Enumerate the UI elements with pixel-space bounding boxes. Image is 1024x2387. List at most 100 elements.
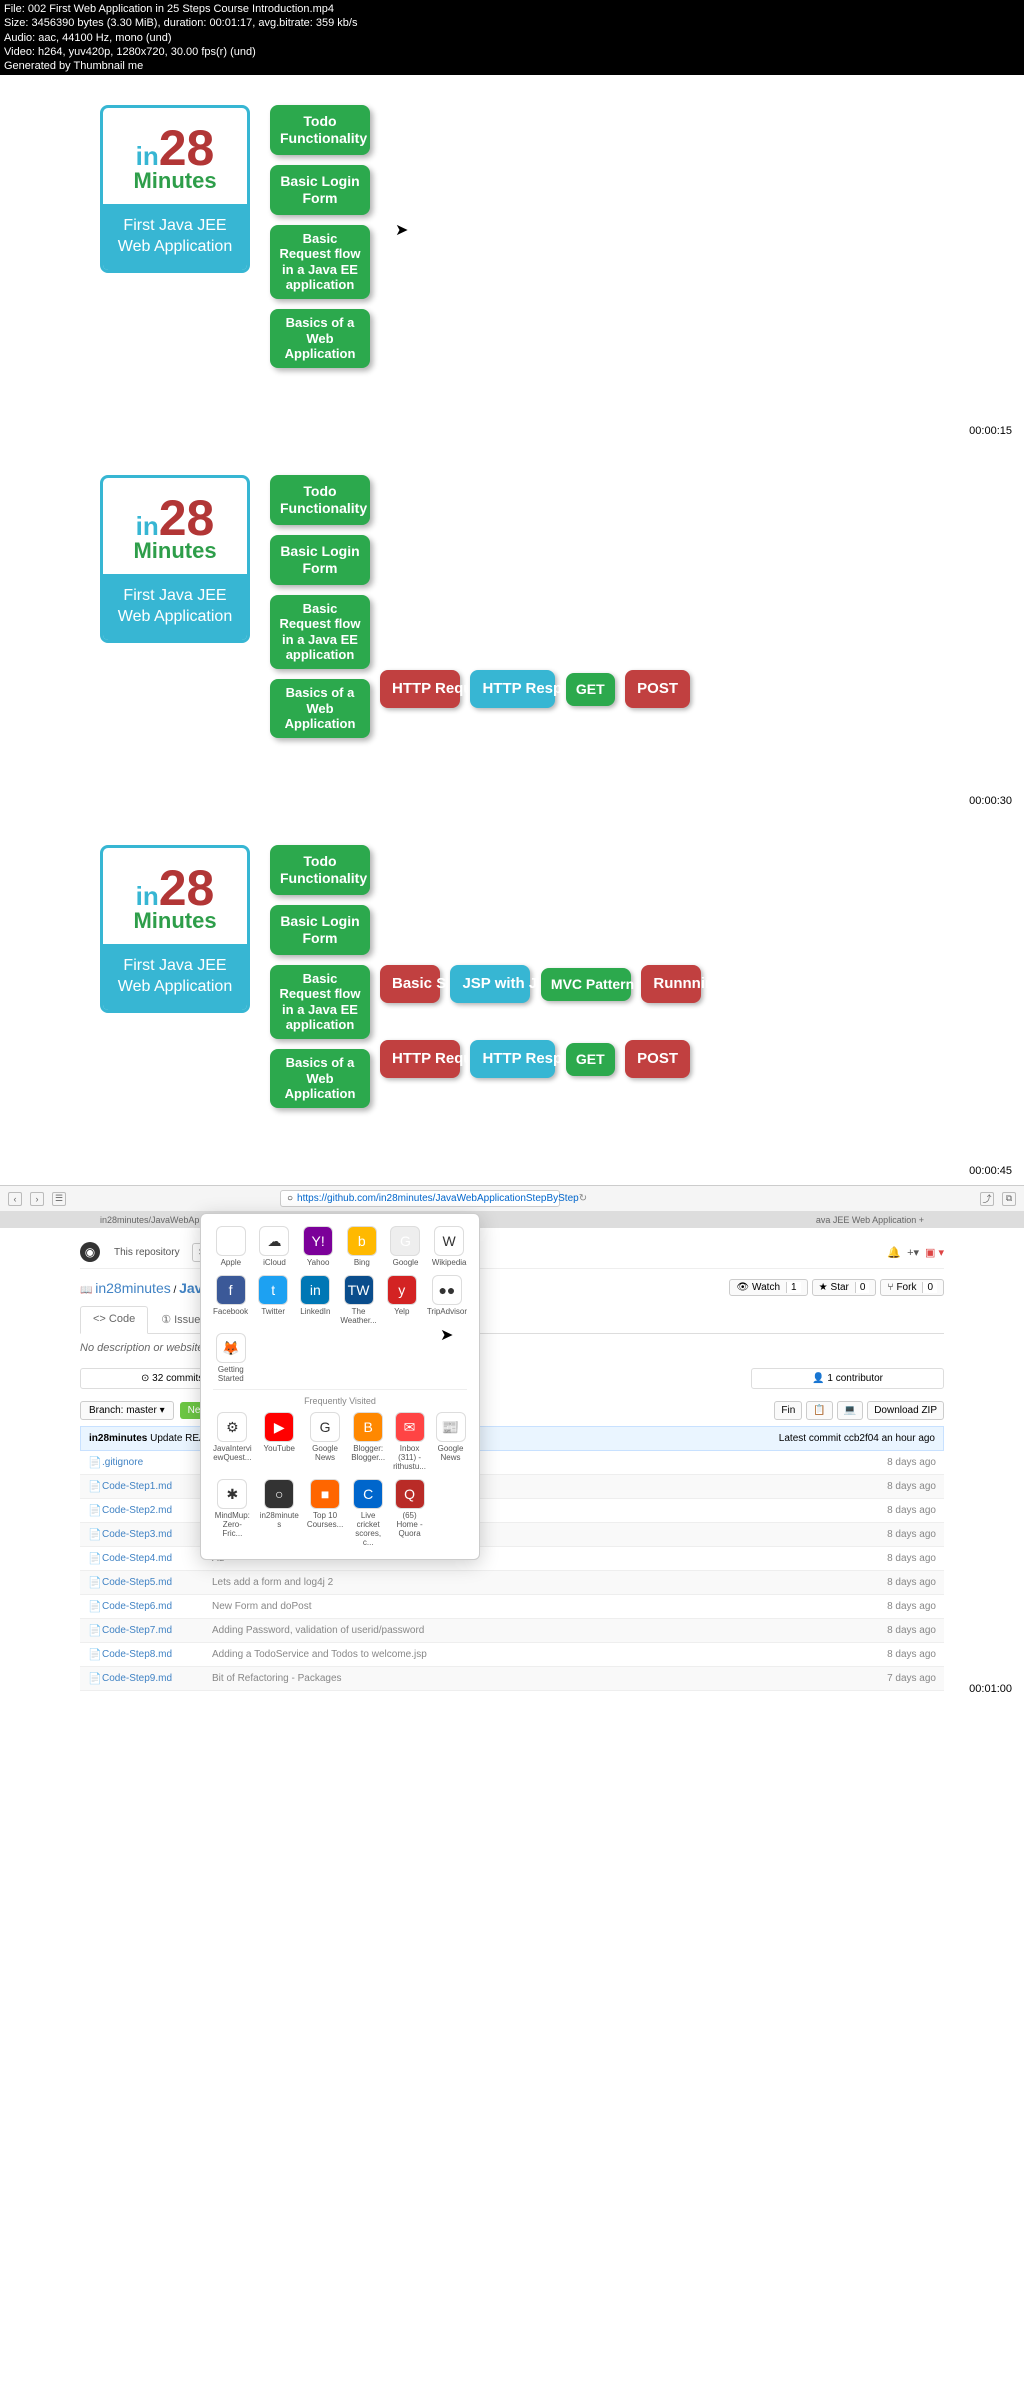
repo-owner[interactable]: in28minutes <box>95 1280 171 1296</box>
file-row[interactable]: 📄Code-Step6.mdNew Form and doPost8 days … <box>80 1595 944 1619</box>
generated-line: Generated by Thumbnail me <box>4 59 1020 73</box>
favorite-item[interactable]: TWThe Weather... <box>340 1275 376 1325</box>
url-text: https://github.com/in28minutes/JavaWebAp… <box>297 1193 579 1204</box>
copy-icon[interactable]: 📋 <box>806 1401 832 1420</box>
favorite-label: YouTube <box>260 1444 299 1453</box>
favorite-icon: ○ <box>264 1479 294 1509</box>
create-menu[interactable]: +▾ <box>907 1246 919 1259</box>
favorite-item[interactable]: tTwitter <box>256 1275 290 1325</box>
favorite-label: iCloud <box>257 1258 293 1267</box>
favorite-icon: C <box>353 1479 383 1509</box>
favorite-item[interactable]: ⚙JavaIntervi ewQuest... <box>213 1412 252 1471</box>
topic-request: Basic Request flow in a Java EE applicat… <box>270 225 370 299</box>
file-name[interactable]: Code-Step2.md <box>102 1505 212 1516</box>
file-row[interactable]: 📄Code-Step5.mdLets add a form and log4j … <box>80 1571 944 1595</box>
avatar-icon[interactable]: ▣ ▾ <box>925 1246 944 1259</box>
file-name[interactable]: .gitignore <box>102 1457 212 1468</box>
file-name[interactable]: Code-Step7.md <box>102 1625 212 1636</box>
favorite-item[interactable]: Y!Yahoo <box>300 1226 336 1267</box>
favorite-item[interactable]: GGoogle News <box>307 1412 343 1471</box>
safari-browser: ‹ › ☰ ○ https://github.com/in28minutes/J… <box>0 1185 1024 1699</box>
file-name[interactable]: Code-Step8.md <box>102 1649 212 1660</box>
notifications-icon[interactable]: 🔔 <box>887 1246 901 1259</box>
file-commit-msg[interactable]: Adding Password, validation of userid/pa… <box>212 1625 887 1636</box>
file-row[interactable]: 📄Code-Step8.mdAdding a TodoService and T… <box>80 1643 944 1667</box>
favorite-item[interactable]: ▶YouTube <box>260 1412 299 1471</box>
favorite-icon: ●● <box>432 1275 462 1305</box>
sidebar-button[interactable]: ☰ <box>52 1192 66 1206</box>
favorite-item[interactable]: ■Top 10 Courses... <box>307 1479 343 1547</box>
favorite-item[interactable]: ●●TripAdvisor <box>427 1275 467 1325</box>
file-commit-msg[interactable]: Adding a TodoService and Todos to welcom… <box>212 1649 887 1660</box>
reload-icon[interactable]: ↻ <box>579 1193 587 1204</box>
star-button[interactable]: ★ Star0 <box>812 1279 877 1296</box>
favorite-item[interactable]: bBing <box>344 1226 380 1267</box>
github-page: ◉ This repository 🔔 +▾ ▣ ▾ 📖 in28minutes… <box>0 1228 1024 1699</box>
audio-line: Audio: aac, 44100 Hz, mono (und) <box>4 31 1020 45</box>
watch-button[interactable]: 👁 Watch1 <box>729 1279 807 1296</box>
fork-button[interactable]: ⑂ Fork0 <box>880 1279 944 1296</box>
file-name[interactable]: Code-Step5.md <box>102 1577 212 1588</box>
url-bar[interactable]: ○ https://github.com/in28minutes/JavaWeb… <box>280 1190 560 1207</box>
favorite-item[interactable]: fFacebook <box>213 1275 248 1325</box>
repo-scope[interactable]: This repository <box>108 1244 186 1261</box>
branch-select[interactable]: Branch: master ▾ <box>80 1401 174 1420</box>
forward-button[interactable]: › <box>30 1192 44 1206</box>
topic-login: Basic Login Form <box>270 535 370 585</box>
topic-request: Basic Request flow in a Java EE applicat… <box>270 595 370 669</box>
file-date: 8 days ago <box>887 1505 936 1516</box>
favorite-item[interactable]: Apple <box>213 1226 249 1267</box>
file-commit-msg[interactable]: Bit of Refactoring - Packages <box>212 1673 887 1684</box>
github-logo-icon[interactable]: ◉ <box>80 1242 100 1262</box>
file-date: 8 days ago <box>887 1577 936 1588</box>
find-file-button[interactable]: Fin <box>774 1401 802 1420</box>
favorite-item[interactable]: 🦊Getting Started <box>213 1333 249 1383</box>
favorite-item[interactable]: CLive cricket scores, c... <box>351 1479 385 1547</box>
favorite-label: Top 10 Courses... <box>307 1511 343 1529</box>
tabs-button[interactable]: ⧉ <box>1002 1192 1016 1206</box>
post-block: POST <box>625 670 690 708</box>
file-name[interactable]: Code-Step9.md <box>102 1673 212 1684</box>
favorite-label: Google <box>388 1258 424 1267</box>
file-date: 8 days ago <box>887 1529 936 1540</box>
file-row[interactable]: 📄Code-Step9.mdBit of Refactoring - Packa… <box>80 1667 944 1691</box>
favorite-item[interactable]: yYelp <box>385 1275 419 1325</box>
file-row[interactable]: 📄Code-Step7.mdAdding Password, validatio… <box>80 1619 944 1643</box>
file-name[interactable]: Code-Step4.md <box>102 1553 212 1564</box>
file-commit-msg[interactable]: New Form and doPost <box>212 1601 887 1612</box>
favorite-item[interactable]: BBlogger: Blogger... <box>351 1412 385 1471</box>
thumbnail-frame-2: in28 Minutes First Java JEE Web Applicat… <box>0 445 1024 815</box>
share-button[interactable]: ⤴ <box>980 1192 994 1206</box>
file-icon: 📄 <box>88 1600 102 1613</box>
download-zip-button[interactable]: Download ZIP <box>867 1401 944 1420</box>
size-line: Size: 3456390 bytes (3.30 MiB), duration… <box>4 16 1020 30</box>
file-name[interactable]: Code-Step3.md <box>102 1529 212 1540</box>
back-button[interactable]: ‹ <box>8 1192 22 1206</box>
favorite-item[interactable]: ✉Inbox (311) - rithustu... <box>393 1412 426 1471</box>
favorite-item[interactable]: WWikipedia <box>431 1226 467 1267</box>
file-name[interactable]: Code-Step6.md <box>102 1601 212 1612</box>
tab-2[interactable]: ava JEE Web Application <box>816 1215 916 1225</box>
latest-commit-info[interactable]: Latest commit ccb2f04 an hour ago <box>779 1433 935 1444</box>
favorite-item[interactable]: ✱MindMup: Zero-Fric... <box>213 1479 252 1547</box>
favorite-item[interactable]: Q(65) Home - Quora <box>393 1479 426 1547</box>
favorite-label: Blogger: Blogger... <box>351 1444 385 1462</box>
commit-author[interactable]: in28minutes <box>89 1433 147 1444</box>
favorite-item[interactable]: GGoogle <box>388 1226 424 1267</box>
post-block: POST <box>625 1040 690 1078</box>
favorite-item[interactable]: inLinkedIn <box>298 1275 332 1325</box>
favorite-item[interactable]: ○in28minute s <box>260 1479 299 1547</box>
favorite-item[interactable]: 📰Google News <box>434 1412 467 1471</box>
topic-request: Basic Request flow in a Java EE applicat… <box>270 965 370 1039</box>
new-tab-button[interactable]: + <box>919 1215 924 1225</box>
code-tab[interactable]: <> Code <box>80 1306 148 1334</box>
file-commit-msg[interactable]: Lets add a form and log4j 2 <box>212 1577 887 1588</box>
file-name[interactable]: Code-Step1.md <box>102 1481 212 1492</box>
favorite-item[interactable]: ☁iCloud <box>257 1226 293 1267</box>
favorite-icon: Q <box>395 1479 425 1509</box>
topic-basics: Basics of a Web Application <box>270 1049 370 1108</box>
desktop-icon[interactable]: 💻 <box>837 1401 863 1420</box>
contributors-count[interactable]: 👤 1 contributor <box>751 1368 944 1389</box>
favorite-icon: 📰 <box>436 1412 466 1442</box>
favorite-label: Live cricket scores, c... <box>351 1511 385 1547</box>
